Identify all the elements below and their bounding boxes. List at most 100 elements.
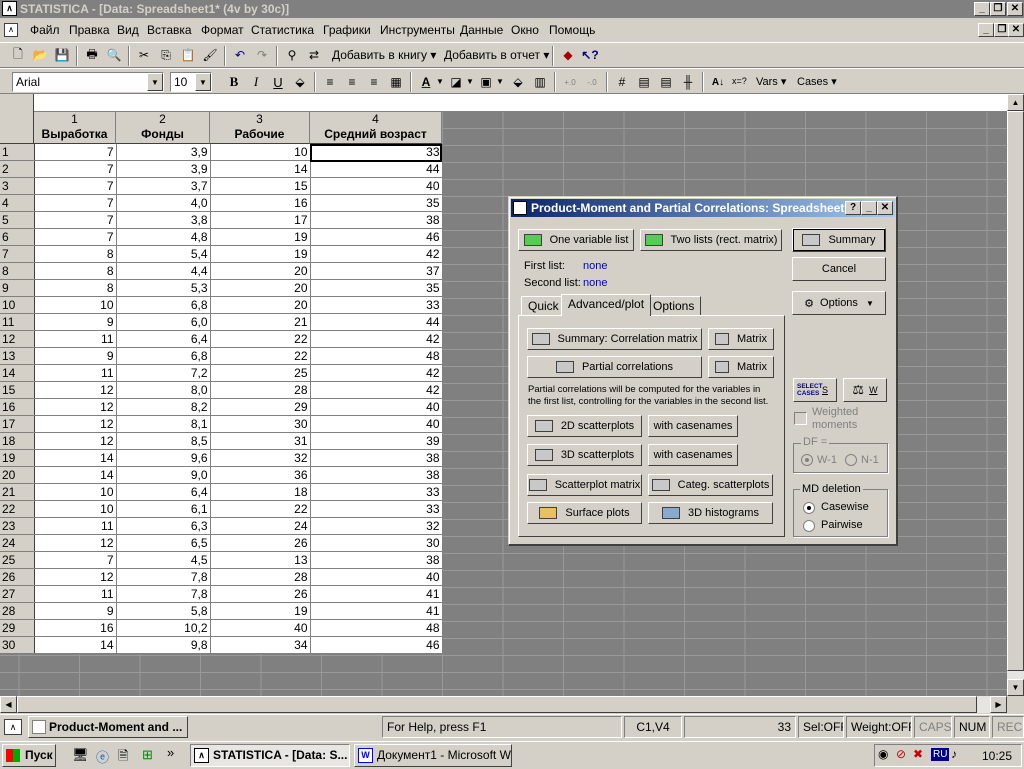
row-header[interactable]: 30 xyxy=(0,636,35,655)
cell[interactable]: 40 xyxy=(310,398,443,417)
restore-button[interactable]: ❐ xyxy=(990,2,1006,16)
cell[interactable]: 21 xyxy=(210,313,311,332)
format-painter-icon[interactable]: 🖌 xyxy=(200,45,220,65)
sort-az-icon[interactable]: A↓ xyxy=(708,72,728,92)
cell[interactable]: 46 xyxy=(310,228,443,247)
tray-icon-1[interactable]: ◉ xyxy=(878,747,888,761)
cell[interactable]: 9,6 xyxy=(116,449,211,468)
cell[interactable]: 20 xyxy=(210,296,311,315)
row-header[interactable]: 28 xyxy=(0,602,35,621)
stat-window-icon[interactable]: ∧ xyxy=(4,719,22,735)
row-header[interactable]: 7 xyxy=(0,245,35,264)
menu-window[interactable]: Окно xyxy=(511,20,539,40)
cell[interactable]: 9,8 xyxy=(116,636,211,655)
cell[interactable]: 35 xyxy=(310,194,443,213)
cases-icon[interactable]: ▤ xyxy=(656,72,676,92)
cell[interactable]: 48 xyxy=(310,347,443,366)
chevron-down-icon[interactable]: ▼ xyxy=(147,73,163,91)
cell[interactable]: 7 xyxy=(34,160,117,179)
doc-close-button[interactable]: ✕ xyxy=(1008,23,1024,37)
row-header[interactable]: 2 xyxy=(0,160,35,179)
cell[interactable]: 32 xyxy=(310,517,443,536)
cell[interactable]: 48 xyxy=(310,619,443,638)
cell[interactable]: 30 xyxy=(310,534,443,553)
cell[interactable]: 8,2 xyxy=(116,398,211,417)
select-cases-button[interactable]: SELECT CASES S xyxy=(793,378,837,402)
cell[interactable]: 46 xyxy=(310,636,443,655)
cell[interactable]: 6,3 xyxy=(116,517,211,536)
df-w1-radio[interactable] xyxy=(801,454,813,466)
formula-button[interactable]: x=? xyxy=(732,76,747,86)
cell[interactable]: 5,4 xyxy=(116,245,211,264)
scatterplots-3d-button[interactable]: 3D scatterplots xyxy=(527,444,642,466)
cell[interactable]: 11 xyxy=(34,364,117,383)
cell[interactable]: 7,8 xyxy=(116,585,211,604)
menu-help[interactable]: Помощь xyxy=(549,20,595,40)
cell[interactable]: 41 xyxy=(310,602,443,621)
partial-correlations-button[interactable]: Partial correlations xyxy=(527,356,702,378)
row-header[interactable]: 19 xyxy=(0,449,35,468)
quicklaunch-icon-3[interactable]: 🗎 xyxy=(118,747,128,769)
label-icon[interactable]: ⬙ xyxy=(508,72,528,92)
copy-icon[interactable]: ⎘ xyxy=(156,45,176,65)
vertical-scroll-thumb[interactable] xyxy=(1007,111,1024,671)
status-task-button[interactable]: Product-Moment and ... xyxy=(28,716,188,738)
cell[interactable]: 4,5 xyxy=(116,551,211,570)
cell[interactable]: 7 xyxy=(34,228,117,247)
decrease-decimal-icon[interactable]: -.0 xyxy=(582,72,602,92)
cell[interactable]: 6,0 xyxy=(116,313,211,332)
vertical-scrollbar[interactable]: ▲ ▼ xyxy=(1007,94,1024,696)
cell[interactable]: 8 xyxy=(34,245,117,264)
row-header[interactable]: 20 xyxy=(0,466,35,485)
increase-decimal-icon[interactable]: +.0 xyxy=(560,72,580,92)
save-icon[interactable]: 💾 xyxy=(52,45,72,65)
cell[interactable]: 25 xyxy=(210,364,311,383)
cell[interactable]: 20 xyxy=(210,262,311,281)
cell[interactable]: 7,8 xyxy=(116,568,211,587)
undo-icon[interactable]: ↶ xyxy=(230,45,250,65)
menu-graphs[interactable]: Графики xyxy=(323,20,371,40)
cell[interactable]: 12 xyxy=(34,568,117,587)
cell[interactable]: 42 xyxy=(310,381,443,400)
cell[interactable]: 14 xyxy=(34,466,117,485)
cell[interactable]: 3,7 xyxy=(116,177,211,196)
row-header[interactable]: 18 xyxy=(0,432,35,451)
quicklaunch-icon-4[interactable]: ⊞ xyxy=(142,747,153,763)
variables-icon[interactable]: # xyxy=(612,72,632,92)
cell[interactable]: 6,8 xyxy=(116,347,211,366)
histograms-3d-button[interactable]: 3D histograms xyxy=(648,502,773,524)
cell[interactable]: 7 xyxy=(34,177,117,196)
cell[interactable]: 38 xyxy=(310,211,443,230)
italic-icon[interactable]: I xyxy=(246,72,266,92)
cell[interactable]: 29 xyxy=(210,398,311,417)
cell[interactable]: 17 xyxy=(210,211,311,230)
cell[interactable]: 12 xyxy=(34,415,117,434)
cell[interactable]: 38 xyxy=(310,466,443,485)
cell[interactable]: 38 xyxy=(310,551,443,570)
row-header[interactable]: 9 xyxy=(0,279,35,298)
print-preview-icon[interactable]: 🔍 xyxy=(104,45,124,65)
scroll-left-button[interactable]: ◀ xyxy=(0,696,17,713)
menu-tools[interactable]: Инструменты xyxy=(380,20,455,40)
cell[interactable]: 6,5 xyxy=(116,534,211,553)
scatterplots-2d-button[interactable]: 2D scatterplots xyxy=(527,415,642,437)
cell[interactable]: 10 xyxy=(34,500,117,519)
cell[interactable]: 6,1 xyxy=(116,500,211,519)
row-header[interactable]: 11 xyxy=(0,313,35,332)
cell[interactable]: 3,8 xyxy=(116,211,211,230)
cell[interactable]: 10 xyxy=(210,144,311,162)
align-right-icon[interactable]: ≡ xyxy=(364,72,384,92)
menu-insert[interactable]: Вставка xyxy=(147,20,192,40)
doc-minimize-button[interactable]: _ xyxy=(978,23,994,37)
menu-edit[interactable]: Правка xyxy=(69,20,110,40)
cell[interactable]: 9 xyxy=(34,602,117,621)
border-icon[interactable]: ▣ xyxy=(476,72,496,92)
cell[interactable]: 7 xyxy=(34,551,117,570)
cell[interactable]: 11 xyxy=(34,585,117,604)
dialog-minimize-button[interactable]: _ xyxy=(861,201,877,215)
row-header[interactable]: 8 xyxy=(0,262,35,281)
cell[interactable]: 22 xyxy=(210,500,311,519)
font-select[interactable]: Arial ▼ xyxy=(12,72,164,92)
tray-icon-5[interactable]: ♪ xyxy=(951,747,957,761)
menu-view[interactable]: Вид xyxy=(117,20,139,40)
